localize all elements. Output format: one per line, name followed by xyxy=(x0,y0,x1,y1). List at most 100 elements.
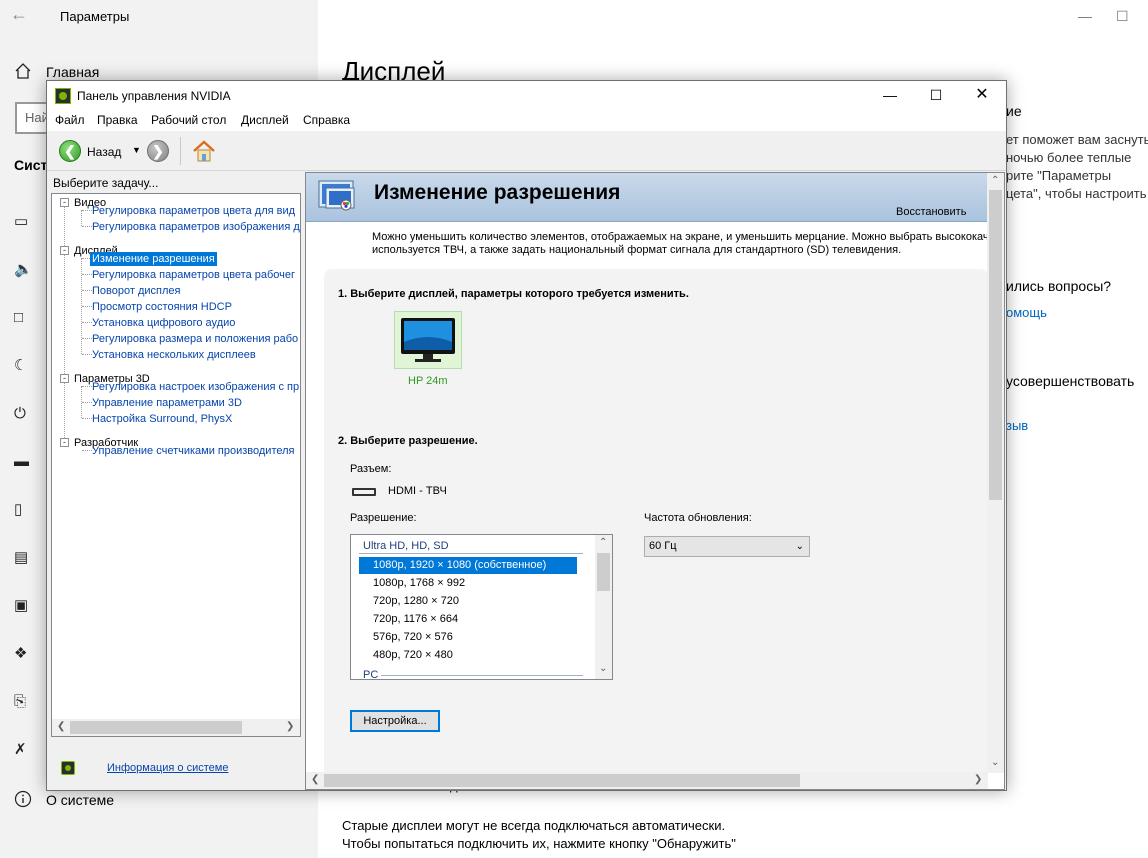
tree-item[interactable]: Поворот дисплея xyxy=(92,284,180,298)
back-button-label[interactable]: Назад xyxy=(87,145,121,159)
multitasking-icon[interactable]: ▤ xyxy=(14,549,32,567)
tree-line xyxy=(82,210,92,211)
tree-line xyxy=(82,226,92,227)
info-icon[interactable] xyxy=(14,790,32,813)
resolution-option[interactable]: 576p, 720 × 576 xyxy=(359,629,577,646)
minimize-icon[interactable]: — xyxy=(1078,8,1092,24)
tablet-icon[interactable]: ▯ xyxy=(14,501,32,519)
system-info-icon[interactable] xyxy=(61,761,75,775)
refresh-rate-select[interactable]: 60 Гц ⌄ xyxy=(644,536,810,557)
content-horizontal-scrollbar[interactable]: ❮ ❯ xyxy=(306,772,988,789)
tree-item[interactable]: Регулировка параметров цвета для вид xyxy=(92,204,295,218)
toolbar: ❮ Назад ▼ ❯ xyxy=(47,131,1006,171)
forward-arrow-icon[interactable]: ❯ xyxy=(147,140,169,162)
window-title: Панель управления NVIDIA xyxy=(77,89,231,103)
scrollbar-thumb[interactable] xyxy=(70,721,242,734)
group-divider xyxy=(359,553,583,554)
step1-heading: 1. Выберите дисплей, параметры которого … xyxy=(338,288,689,300)
collapse-toggle-icon[interactable]: - xyxy=(60,438,69,447)
resolution-option-selected[interactable]: 1080p, 1920 × 1080 (собственное) xyxy=(359,557,577,574)
monitor-tile[interactable] xyxy=(394,311,462,369)
tree-item[interactable]: Настройка Surround, PhysX xyxy=(92,412,232,426)
tree-item[interactable]: Установка нескольких дисплеев xyxy=(92,348,256,362)
menu-file[interactable]: Файл xyxy=(55,113,85,127)
tree-item-selected[interactable]: Изменение разрешения xyxy=(90,252,217,266)
settings-title: Параметры xyxy=(60,9,130,24)
list-vertical-scrollbar[interactable]: ⌃ ⌄ xyxy=(595,535,612,679)
menu-display[interactable]: Дисплей xyxy=(241,113,289,127)
tree-line xyxy=(64,202,65,442)
chevron-down-icon: ⌄ xyxy=(795,541,804,552)
feedback-link[interactable]: зыв xyxy=(1006,418,1028,433)
customize-button[interactable]: Настройка... xyxy=(350,710,440,732)
scroll-up-icon[interactable]: ⌃ xyxy=(599,537,607,548)
clipboard-icon[interactable]: ⎘ xyxy=(14,693,32,711)
resolution-option[interactable]: 1080p, 1768 × 992 xyxy=(359,575,577,592)
scroll-right-icon[interactable]: ❯ xyxy=(974,774,982,785)
resolution-option[interactable]: 480p, 720 × 480 xyxy=(359,647,577,664)
tree-item[interactable]: Управление счетчиками производителя xyxy=(92,444,295,458)
scroll-right-icon[interactable]: ❯ xyxy=(286,721,294,732)
focus-assist-icon[interactable]: ☾ xyxy=(14,357,32,375)
projecting-icon[interactable]: ▣ xyxy=(14,597,32,615)
tree-item[interactable]: Регулировка размера и положения рабо xyxy=(92,332,298,346)
sound-icon[interactable]: 🔈 xyxy=(14,261,33,279)
page-title: Изменение разрешения xyxy=(374,181,621,204)
menu-desktop[interactable]: Рабочий стол xyxy=(151,113,226,127)
content-vertical-scrollbar[interactable]: ⌃ ⌄ xyxy=(987,173,1004,773)
monitor-icon xyxy=(401,318,455,362)
restore-defaults-link[interactable]: Восстановить xyxy=(896,206,966,218)
back-arrow-icon[interactable]: ❮ xyxy=(59,140,81,162)
side-text-line: рите "Параметры xyxy=(1006,168,1112,183)
tree-item[interactable]: Регулировка параметров изображения д xyxy=(92,220,300,234)
remote-desktop-icon[interactable]: ✗ xyxy=(14,741,32,759)
scroll-down-icon[interactable]: ⌄ xyxy=(991,757,999,768)
home-icon[interactable] xyxy=(191,139,217,163)
about-nav-item[interactable]: О системе xyxy=(46,792,114,808)
scroll-down-icon[interactable]: ⌄ xyxy=(599,663,607,674)
tree-line xyxy=(82,322,92,323)
power-icon[interactable]: ⏻ xyxy=(14,405,32,423)
maximize-icon[interactable]: ☐ xyxy=(913,81,959,109)
scrollbar-thumb[interactable] xyxy=(597,553,610,591)
title-bar[interactable]: Панель управления NVIDIA — ☐ ✕ xyxy=(47,81,1006,109)
get-help-link[interactable]: омощь xyxy=(1006,305,1047,320)
history-dropdown-icon[interactable]: ▼ xyxy=(132,145,141,155)
nvidia-logo-icon xyxy=(55,88,71,104)
resolution-option[interactable]: 720p, 1176 × 664 xyxy=(359,611,577,628)
back-arrow-icon[interactable]: ← xyxy=(10,4,28,25)
tree-item[interactable]: Регулировка параметров цвета рабочег xyxy=(92,268,295,282)
resolution-list[interactable]: Ultra HD, HD, SD 1080p, 1920 × 1080 (соб… xyxy=(350,534,613,680)
tree-item[interactable]: Установка цифрового аудио xyxy=(92,316,235,330)
tree-item[interactable]: Регулировка настроек изображения с пр xyxy=(92,380,299,394)
task-tree[interactable]: - Видео Регулировка параметров цвета для… xyxy=(51,193,301,737)
home-icon[interactable] xyxy=(14,62,32,85)
system-info-link[interactable]: Информация о системе xyxy=(107,762,228,774)
scrollbar-thumb[interactable] xyxy=(989,190,1002,500)
close-icon[interactable]: ✕ xyxy=(959,81,1005,109)
home-nav-item[interactable]: Главная xyxy=(46,64,99,80)
scrollbar-thumb[interactable] xyxy=(324,774,800,787)
minimize-icon[interactable]: — xyxy=(867,81,913,109)
tree-item[interactable]: Просмотр состояния HDCP xyxy=(92,300,232,314)
collapse-toggle-icon[interactable]: - xyxy=(60,246,69,255)
shared-experiences-icon[interactable]: ❖ xyxy=(14,645,32,663)
tree-line xyxy=(82,418,92,419)
tree-line xyxy=(82,354,92,355)
maximize-icon[interactable]: ☐ xyxy=(1116,8,1129,25)
tree-horizontal-scrollbar[interactable]: ❮ ❯ xyxy=(52,719,300,736)
scroll-left-icon[interactable]: ❮ xyxy=(57,721,65,732)
collapse-toggle-icon[interactable]: - xyxy=(60,374,69,383)
side-text-line: ет поможет вам заснуть xyxy=(1006,132,1148,147)
tree-item[interactable]: Управление параметрами 3D xyxy=(92,396,242,410)
scroll-left-icon[interactable]: ❮ xyxy=(311,774,319,785)
menu-help[interactable]: Справка xyxy=(303,113,350,127)
storage-icon[interactable]: ▬ xyxy=(14,453,32,471)
collapse-toggle-icon[interactable]: - xyxy=(60,198,69,207)
menu-edit[interactable]: Правка xyxy=(97,113,138,127)
monitor-name: HP 24m xyxy=(408,375,448,387)
resolution-option[interactable]: 720p, 1280 × 720 xyxy=(359,593,577,610)
scroll-up-icon[interactable]: ⌃ xyxy=(991,175,999,186)
display-icon[interactable]: ▭ xyxy=(14,213,32,231)
notifications-icon[interactable]: □ xyxy=(14,309,32,327)
